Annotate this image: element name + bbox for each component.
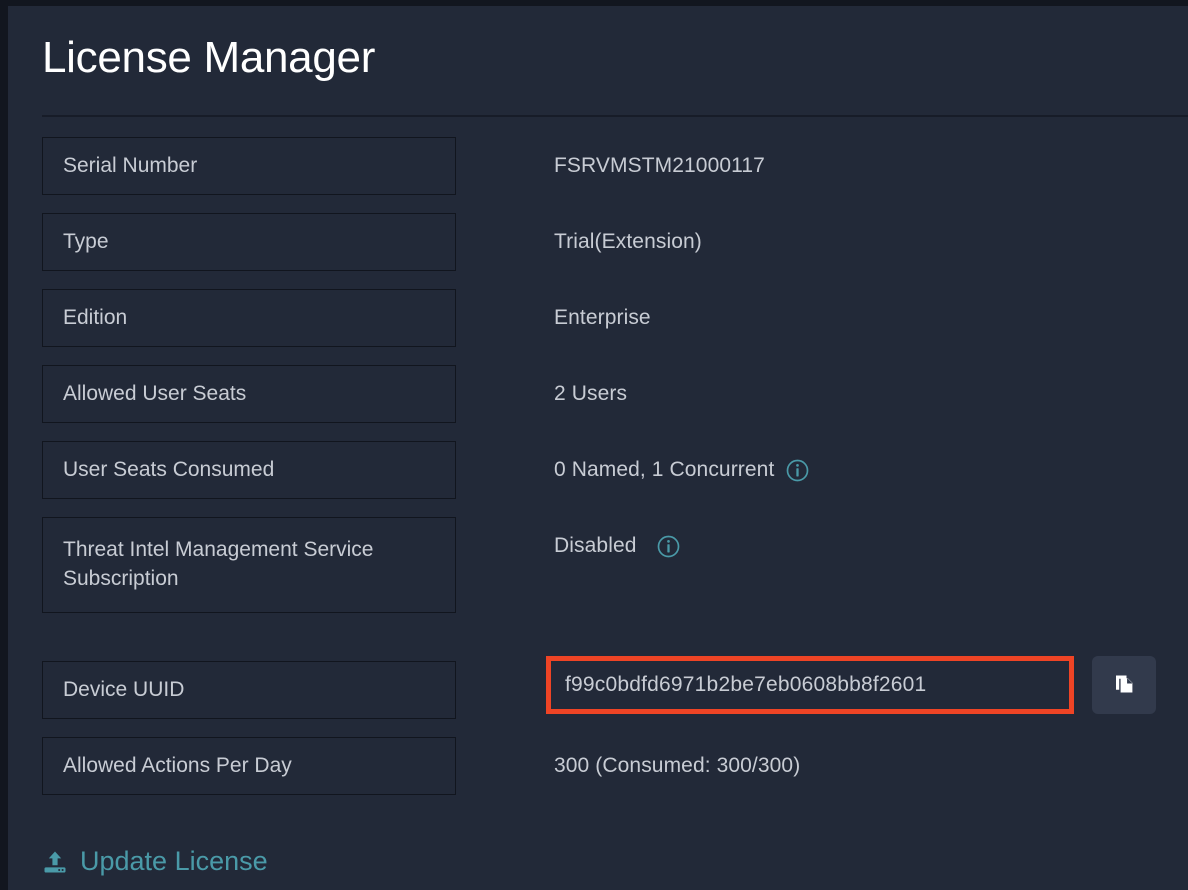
row-label: Serial Number bbox=[63, 153, 198, 177]
value-edition: Enterprise bbox=[554, 289, 651, 347]
label-box-allowed-actions-per-day: Allowed Actions Per Day bbox=[42, 737, 456, 795]
license-details-table: Serial Number FSRVMSTM21000117 Type Tria… bbox=[8, 131, 1188, 890]
label-box-threat-intel-subscription: Threat Intel Management Service Subscrip… bbox=[42, 517, 456, 613]
row-label: Threat Intel Management Service Subscrip… bbox=[63, 538, 374, 590]
device-uuid-highlight[interactable]: f99c0bdfd6971b2be7eb0608bb8f2601 bbox=[546, 656, 1074, 714]
row-label: Device UUID bbox=[63, 677, 185, 701]
label-box-allowed-user-seats: Allowed User Seats bbox=[42, 365, 456, 423]
row-value: FSRVMSTM21000117 bbox=[554, 154, 765, 177]
update-license-label: Update License bbox=[80, 846, 268, 876]
row-value: 0 Named, 1 Concurrent bbox=[554, 458, 775, 481]
device-uuid-value: f99c0bdfd6971b2be7eb0608bb8f2601 bbox=[565, 673, 927, 696]
info-icon[interactable] bbox=[657, 535, 680, 558]
page-title: License Manager bbox=[42, 33, 376, 82]
label-box-type: Type bbox=[42, 213, 456, 271]
value-allowed-user-seats: 2 Users bbox=[554, 365, 627, 423]
row-value: Enterprise bbox=[554, 306, 651, 329]
value-type: Trial(Extension) bbox=[554, 213, 702, 271]
info-icon[interactable] bbox=[786, 459, 809, 482]
license-manager-screen: License Manager Serial Number FSRVMSTM21… bbox=[0, 0, 1188, 890]
copy-icon bbox=[1110, 670, 1138, 701]
row-value: Trial(Extension) bbox=[554, 230, 702, 253]
row-label: Edition bbox=[63, 305, 128, 329]
value-user-seats-consumed: 0 Named, 1 Concurrent bbox=[554, 441, 809, 499]
label-box-edition: Edition bbox=[42, 289, 456, 347]
row-label: User Seats Consumed bbox=[63, 457, 275, 481]
value-serial-number: FSRVMSTM21000117 bbox=[554, 137, 765, 195]
row-label: Allowed Actions Per Day bbox=[63, 753, 292, 777]
row-label: Allowed User Seats bbox=[63, 381, 247, 405]
row-value: 2 Users bbox=[554, 382, 628, 405]
label-box-serial-number: Serial Number bbox=[42, 137, 456, 195]
value-threat-intel-subscription: Disabled bbox=[554, 517, 680, 575]
row-label: Type bbox=[63, 229, 109, 253]
row-value: Disabled bbox=[554, 534, 637, 557]
label-box-user-seats-consumed: User Seats Consumed bbox=[42, 441, 456, 499]
update-license-button[interactable]: Update License bbox=[42, 846, 268, 877]
header-divider bbox=[42, 115, 1188, 117]
label-box-device-uuid: Device UUID bbox=[42, 661, 456, 719]
upload-icon bbox=[42, 849, 68, 875]
value-allowed-actions-per-day: 300 (Consumed: 300/300) bbox=[554, 737, 800, 795]
row-value: 300 (Consumed: 300/300) bbox=[554, 754, 801, 777]
copy-uuid-button[interactable] bbox=[1092, 656, 1156, 714]
license-manager-panel: License Manager Serial Number FSRVMSTM21… bbox=[8, 6, 1188, 890]
